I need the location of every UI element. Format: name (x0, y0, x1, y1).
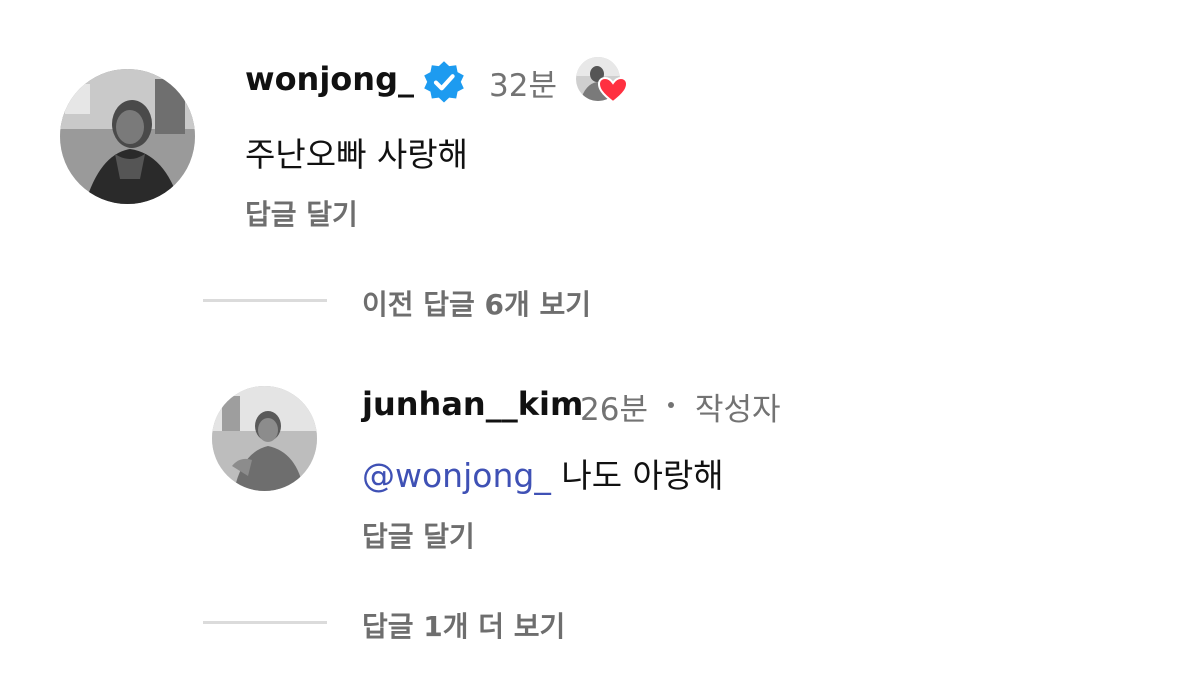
avatar-junhan[interactable] (212, 386, 317, 491)
view-more-count: 1 (423, 610, 443, 643)
view-previous-suffix: 개 보기 (504, 288, 592, 321)
reply-username[interactable]: junhan__kim (362, 385, 583, 423)
view-previous-count: 6 (484, 288, 505, 321)
reply-text-line: @wonjong_ 나도 아랑해 (362, 449, 724, 497)
view-more-suffix: 개 더 보기 (442, 610, 566, 643)
reply-text: 나도 아랑해 (561, 456, 724, 495)
reply-time: 26분 (580, 392, 648, 428)
view-previous-replies-button[interactable]: 이전 답글 6개 보기 (362, 283, 591, 323)
comment-username[interactable]: wonjong_ (245, 60, 414, 98)
author-tag: 작성자 (695, 392, 781, 428)
reply-button[interactable]: 답글 달기 (245, 193, 358, 233)
avatar-wonjong[interactable] (60, 69, 195, 204)
comment-text: 주난오빠 사랑해 (245, 135, 469, 174)
view-more-replies-button[interactable]: 답글 1개 더 보기 (362, 605, 565, 645)
view-more-prefix: 답글 (362, 610, 424, 643)
reply-button[interactable]: 답글 달기 (362, 515, 475, 555)
mention-link[interactable]: @wonjong_ (362, 456, 551, 495)
thread-line (203, 621, 327, 624)
author-liked-indicator (575, 56, 629, 104)
comment-time: 32분 (489, 68, 557, 104)
verified-icon (424, 61, 464, 103)
separator-dot (668, 402, 674, 408)
view-previous-prefix: 이전 답글 (362, 288, 485, 321)
thread-line (203, 299, 327, 302)
